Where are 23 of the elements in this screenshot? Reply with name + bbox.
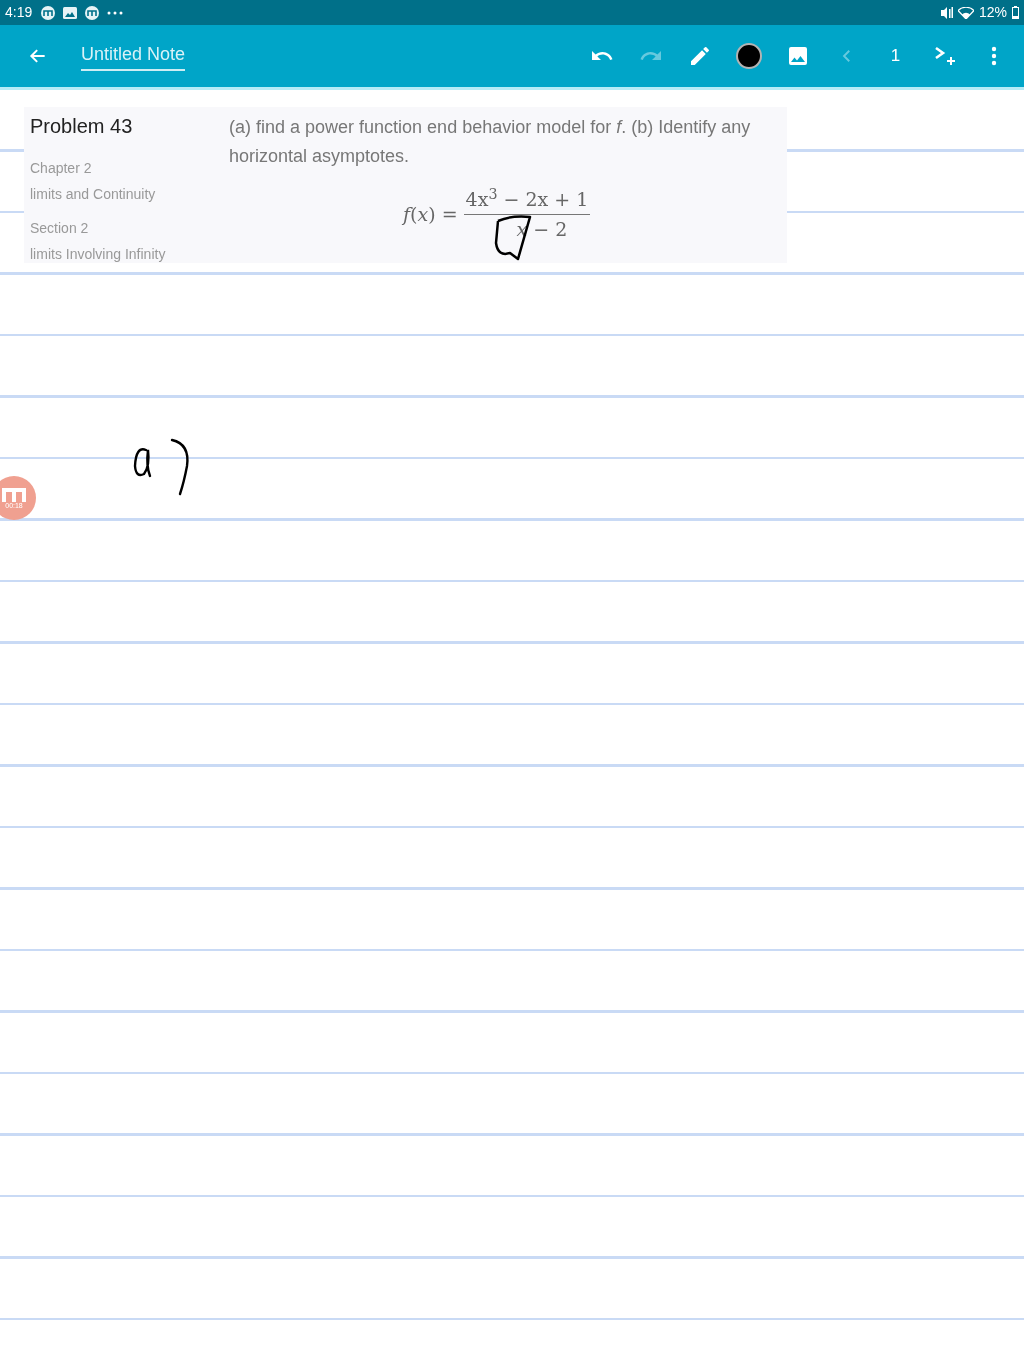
m-logo-icon	[85, 5, 100, 20]
more-notifications-icon	[107, 10, 124, 15]
more-icon	[990, 46, 997, 66]
formula-numerator: 4x$^{3}$ − 2x + 1	[463, 185, 591, 215]
chapter-label: Chapter 2	[30, 159, 93, 178]
page-number: 1	[889, 45, 902, 68]
m-logo-icon	[41, 5, 56, 20]
handwriting-drawing	[132, 436, 192, 498]
gallery-notification-icon	[63, 6, 78, 19]
formula-lhs: f(x) =	[403, 201, 458, 227]
section-name: limits Involving Infinity	[30, 245, 167, 264]
note-title-field[interactable]: Untitled Note	[81, 41, 186, 71]
section-label: Section 2	[30, 219, 90, 238]
status-time: 4:19	[5, 3, 33, 22]
chapter-name: limits and Continuity	[30, 185, 157, 204]
battery-percent: 12%	[978, 3, 1007, 22]
battery-icon	[1012, 6, 1019, 19]
pen-color-icon	[735, 43, 762, 69]
m-logo-icon	[1, 486, 27, 502]
mute-signal-icon	[939, 6, 953, 19]
wifi-icon	[957, 6, 974, 19]
problem-title: Problem 43	[30, 114, 134, 139]
problem-text: (a) find a power function end behavior model for f. (b) Identify any horizontal asymptotes.	[229, 116, 752, 168]
